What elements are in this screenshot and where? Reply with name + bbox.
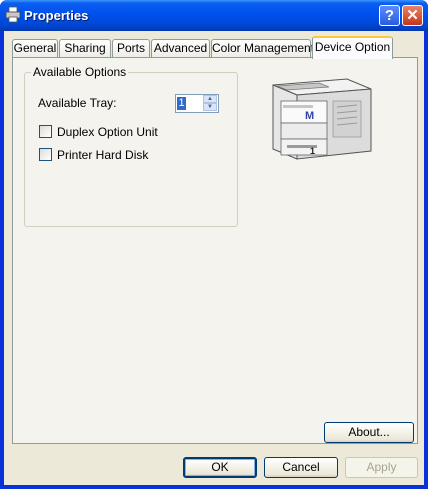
tab-general[interactable]: General xyxy=(12,39,58,58)
tray-value[interactable]: 1 xyxy=(177,97,186,110)
printer-badge-letter: M xyxy=(305,110,314,122)
apply-button[interactable]: Apply xyxy=(345,457,418,478)
tab-advanced[interactable]: Advanced xyxy=(151,39,210,58)
printer-icon xyxy=(5,6,21,23)
tab-sharing[interactable]: Sharing xyxy=(59,39,111,58)
about-button[interactable]: About... xyxy=(324,422,414,443)
printer-hard-disk-checkbox[interactable] xyxy=(39,148,52,161)
tray-number-label: 1 xyxy=(310,146,315,156)
device-option-panel: Available Options Available Tray: 1 ▲ ▼ … xyxy=(12,57,418,444)
tab-ports[interactable]: Ports xyxy=(112,39,150,58)
window-title: Properties xyxy=(24,8,89,23)
available-tray-label: Available Tray: xyxy=(38,96,117,110)
available-tray-spinner[interactable]: 1 ▲ ▼ xyxy=(175,94,219,113)
spin-up-arrow-icon[interactable]: ▲ xyxy=(203,95,217,103)
title-bar[interactable]: Properties ? ✕ xyxy=(0,0,428,31)
spin-down-arrow-icon[interactable]: ▼ xyxy=(203,103,217,111)
group-title: Available Options xyxy=(31,65,129,79)
ok-button[interactable]: OK xyxy=(183,457,257,478)
printer-illustration-icon: M 1 xyxy=(272,78,372,160)
cancel-button[interactable]: Cancel xyxy=(264,457,338,478)
properties-window: Properties ? ✕ General Sharing Ports Adv… xyxy=(0,0,428,489)
printer-hard-disk-label[interactable]: Printer Hard Disk xyxy=(57,148,148,162)
close-button[interactable]: ✕ xyxy=(402,5,423,26)
dialog-client-area: General Sharing Ports Advanced Color Man… xyxy=(4,31,424,485)
available-options-group: Available Options Available Tray: 1 ▲ ▼ … xyxy=(24,65,238,227)
duplex-option-checkbox[interactable] xyxy=(39,125,52,138)
help-button[interactable]: ? xyxy=(379,5,400,26)
tab-device-option[interactable]: Device Option xyxy=(312,36,393,59)
duplex-option-label[interactable]: Duplex Option Unit xyxy=(57,125,158,139)
tab-color-management[interactable]: Color Management xyxy=(211,39,314,58)
